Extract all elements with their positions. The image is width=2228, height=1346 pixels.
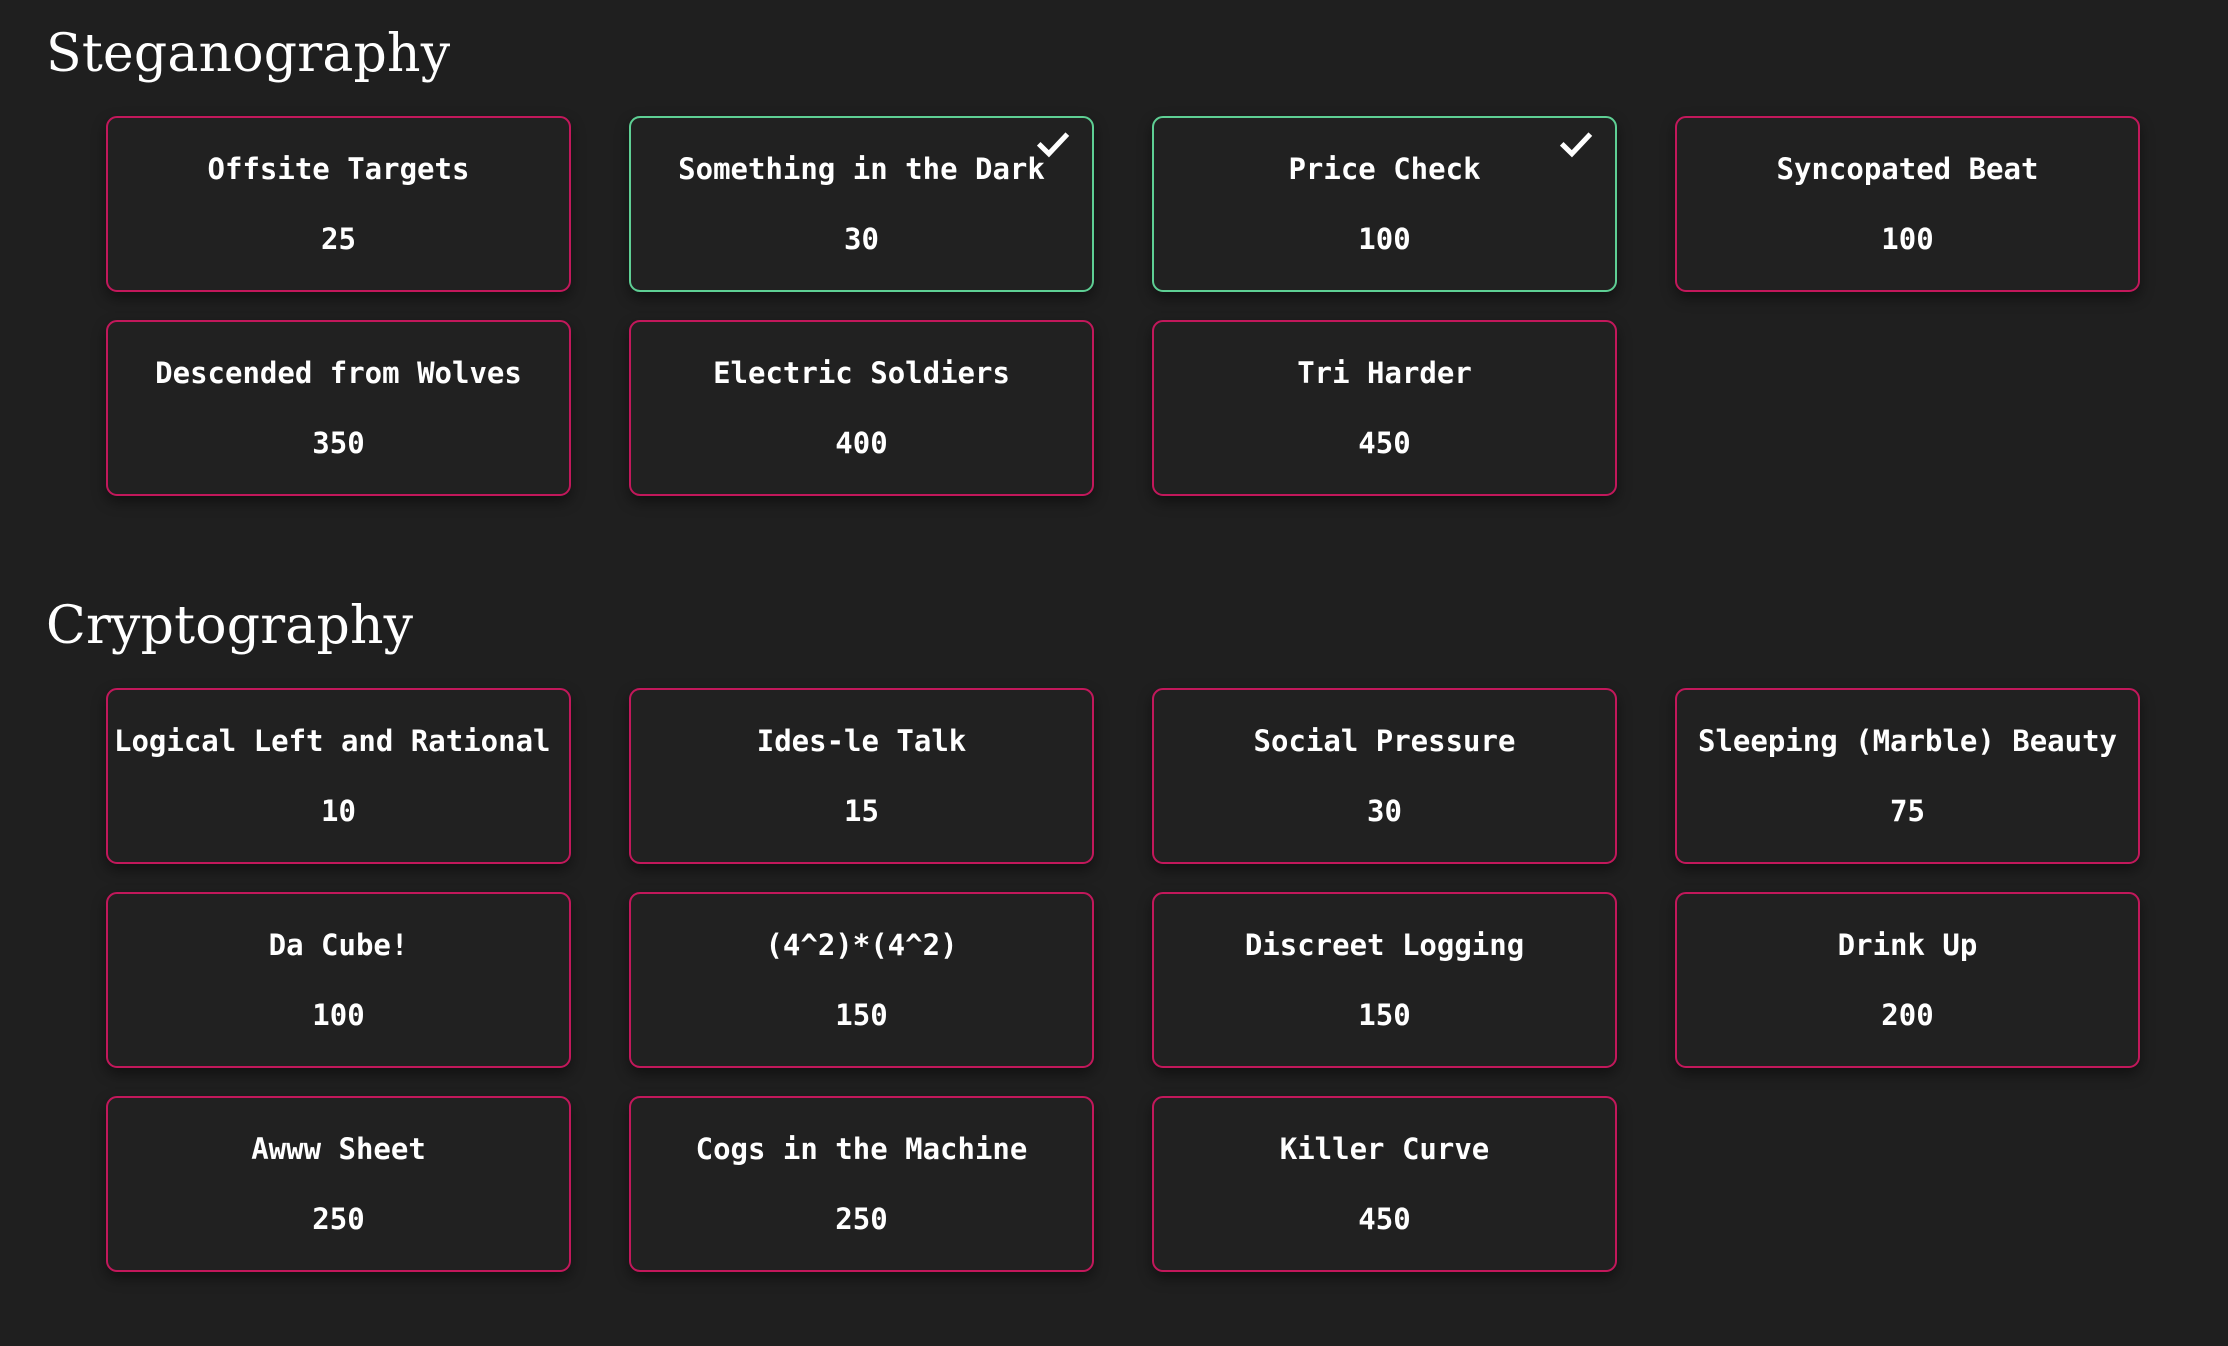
challenge-points: 100 (1881, 221, 1934, 256)
challenge-card[interactable]: Killer Curve 450 (1152, 1096, 1617, 1272)
challenge-points: 150 (835, 997, 888, 1032)
challenge-card[interactable]: Descended from Wolves 350 (106, 320, 571, 496)
challenge-points: 30 (1367, 793, 1402, 828)
challenge-points: 30 (844, 221, 879, 256)
section-cryptography: Cryptography Logical Left and Rational R… (0, 600, 2228, 1272)
challenge-card[interactable]: Electric Soldiers 400 (629, 320, 1094, 496)
challenge-board: Steganography Offsite Targets 25 Something… (0, 0, 2228, 1346)
challenge-points: 150 (1358, 997, 1411, 1032)
challenge-title: Ides-le Talk (756, 724, 967, 758)
challenge-points: 200 (1881, 997, 1934, 1032)
challenge-title: Syncopated Beat (1776, 152, 2039, 186)
challenge-card[interactable]: Syncopated Beat 100 (1675, 116, 2140, 292)
challenge-card[interactable]: Something in the Dark 30 (629, 116, 1094, 292)
challenge-grid-steganography: Offsite Targets 25 Something in the Dark 30… (106, 116, 2140, 496)
challenge-title: Social Pressure (1253, 724, 1516, 758)
section-title-steganography: Steganography (46, 24, 451, 84)
challenge-title: Price Check (1288, 152, 1481, 186)
challenge-card[interactable]: Price Check 100 (1152, 116, 1617, 292)
challenge-points: 100 (312, 997, 365, 1032)
challenge-card[interactable]: Logical Left and Rational Right 10 (106, 688, 571, 864)
section-steganography: Steganography Offsite Targets 25 Something… (0, 0, 2228, 496)
challenge-card[interactable]: Ides-le Talk 15 (629, 688, 1094, 864)
challenge-title: Killer Curve (1279, 1132, 1490, 1166)
challenge-card[interactable]: Discreet Logging 150 (1152, 892, 1617, 1068)
challenge-title: Cogs in the Machine (695, 1132, 1028, 1166)
challenge-title: Discreet Logging (1244, 928, 1525, 962)
challenge-grid-cryptography: Logical Left and Rational Right 10 Ides-le… (106, 688, 2140, 1272)
challenge-title: Tri Harder (1297, 356, 1472, 390)
challenge-points: 10 (321, 793, 356, 828)
challenge-points: 25 (321, 221, 356, 256)
challenge-card[interactable]: (4^2)*(4^2) 150 (629, 892, 1094, 1068)
challenge-points: 15 (844, 793, 879, 828)
challenge-points: 250 (312, 1201, 365, 1236)
section-title-cryptography: Cryptography (46, 596, 414, 656)
challenge-points: 400 (835, 425, 888, 460)
challenge-card[interactable]: Cogs in the Machine 250 (629, 1096, 1094, 1272)
challenge-card[interactable]: Drink Up 200 (1675, 892, 2140, 1068)
challenge-title: Da Cube! (268, 928, 409, 962)
challenge-title: Drink Up (1837, 928, 1978, 962)
challenge-title: Something in the Dark (678, 152, 1045, 186)
challenge-card[interactable]: Social Pressure 30 (1152, 688, 1617, 864)
challenge-title: Logical Left and Rational Right (114, 724, 569, 758)
challenge-title: Descended from Wolves (155, 356, 522, 390)
challenge-card[interactable]: Awww Sheet 250 (106, 1096, 571, 1272)
challenge-card[interactable]: Sleeping (Marble) Beauty 75 (1675, 688, 2140, 864)
challenge-title: Awww Sheet (251, 1132, 426, 1166)
challenge-points: 250 (835, 1201, 888, 1236)
challenge-title: Offsite Targets (207, 152, 470, 186)
challenge-points: 350 (312, 425, 365, 460)
challenge-card[interactable]: Offsite Targets 25 (106, 116, 571, 292)
challenge-points: 450 (1358, 1201, 1411, 1236)
challenge-title: Sleeping (Marble) Beauty (1697, 724, 2118, 758)
challenge-points: 100 (1358, 221, 1411, 256)
challenge-title: Electric Soldiers (713, 356, 1010, 390)
challenge-points: 450 (1358, 425, 1411, 460)
challenge-title: (4^2)*(4^2) (765, 928, 958, 962)
challenge-points: 75 (1890, 793, 1925, 828)
challenge-card[interactable]: Tri Harder 450 (1152, 320, 1617, 496)
challenge-card[interactable]: Da Cube! 100 (106, 892, 571, 1068)
